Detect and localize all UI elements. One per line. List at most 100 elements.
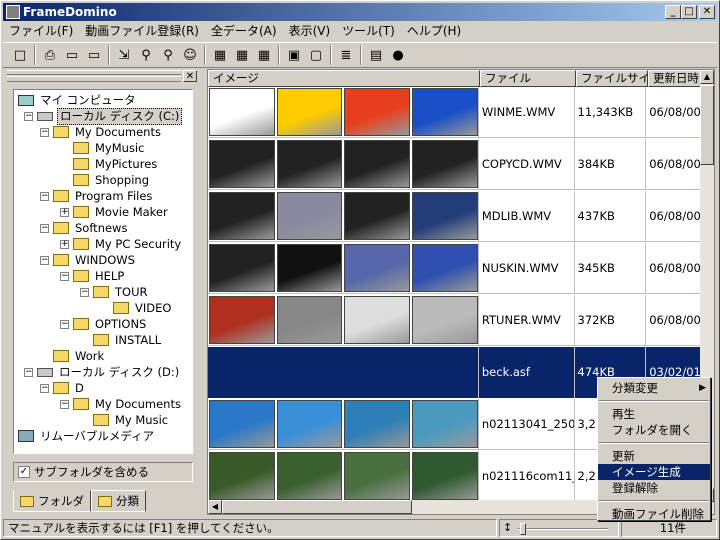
menu-item[interactable]: 全データ(A) (205, 22, 283, 41)
video-thumbnail[interactable] (344, 400, 411, 448)
table-row[interactable]: RTUNER.WMV 372KB 06/08/00 (208, 295, 702, 346)
table-row[interactable]: NUSKIN.WMV 345KB 06/08/00 (208, 243, 702, 294)
collapse-icon[interactable]: − (60, 271, 69, 281)
scroll-left-button[interactable]: ◀ (208, 500, 222, 514)
collapse-icon[interactable]: − (60, 399, 69, 409)
video-thumbnail[interactable] (412, 400, 478, 448)
menu-item[interactable]: 動画ファイル登録(R) (79, 22, 205, 41)
scroll-up-button[interactable]: ▲ (700, 70, 714, 84)
tree-item[interactable]: − D (40, 380, 86, 396)
video-thumbnail[interactable] (209, 296, 275, 344)
thumbnail-cell[interactable] (208, 243, 479, 294)
table-row[interactable]: WINME.WMV 11,343KB 06/08/00 (208, 87, 702, 138)
tree-item[interactable]: − HELP (60, 268, 126, 284)
video-thumbnail[interactable] (276, 140, 343, 188)
tree-item[interactable]: − TOUR (80, 284, 149, 300)
toolbar-button[interactable]: ⇲ (113, 44, 135, 66)
video-thumbnail[interactable] (344, 296, 411, 344)
video-thumbnail[interactable] (209, 400, 275, 448)
menu-item[interactable]: ヘルプ(H) (401, 22, 467, 41)
toolbar-button[interactable]: ▭ (61, 44, 83, 66)
video-thumbnail[interactable] (209, 140, 275, 188)
video-thumbnail[interactable] (276, 244, 343, 292)
thumbnail-cell[interactable] (208, 347, 479, 398)
thumbnail-cell[interactable] (208, 399, 479, 450)
context-menu-item[interactable]: フォルダを開く (598, 422, 710, 438)
column-header[interactable]: ファイルサイズ (576, 70, 648, 87)
collapse-icon[interactable]: − (40, 223, 49, 233)
thumbnail-cell[interactable] (208, 191, 479, 242)
maximize-button[interactable]: □ (681, 5, 697, 19)
expand-icon[interactable]: + (60, 207, 69, 217)
toolbar-button[interactable]: ⚲ (157, 44, 179, 66)
tree-item[interactable]: INSTALL (80, 332, 163, 348)
tree-item[interactable]: − WINDOWS (40, 252, 137, 268)
tree-item[interactable]: − Softnews (40, 220, 129, 236)
tree-item[interactable]: − ローカル ディスク (D:) (24, 364, 181, 380)
context-menu-item[interactable]: 分類変更 ▶ (598, 380, 710, 396)
context-menu-item[interactable]: イメージ生成 (598, 464, 710, 480)
tree-item[interactable]: − ローカル ディスク (C:) (24, 107, 183, 125)
scroll-thumb[interactable] (700, 85, 714, 165)
collapse-icon[interactable]: − (24, 367, 33, 377)
video-thumbnail[interactable] (209, 244, 275, 292)
thumbnail-cell[interactable] (208, 87, 479, 138)
collapse-icon[interactable]: − (40, 127, 49, 137)
table-row[interactable]: MDLIB.WMV 437KB 06/08/00 (208, 191, 702, 242)
context-menu-item[interactable]: 登録解除 (598, 480, 710, 496)
toolbar-button[interactable]: ▢ (305, 44, 327, 66)
tree-item[interactable]: Work (40, 348, 106, 364)
menu-item[interactable]: ファイル(F) (3, 22, 79, 41)
toolbar-button[interactable]: ▦ (209, 44, 231, 66)
column-header[interactable]: ファイル (480, 70, 576, 87)
panel-close-button[interactable]: ✕ (183, 70, 197, 82)
video-thumbnail[interactable] (412, 192, 478, 240)
tree-item[interactable]: − OPTIONS (60, 316, 148, 332)
tree-item[interactable]: VIDEO (100, 300, 173, 316)
panel-grip[interactable] (7, 70, 181, 82)
toolbar-button[interactable]: ☺ (179, 44, 201, 66)
app-icon[interactable] (6, 5, 20, 19)
video-thumbnail[interactable] (276, 296, 343, 344)
video-thumbnail[interactable] (344, 452, 411, 500)
video-thumbnail[interactable] (412, 140, 478, 188)
toolbar-button[interactable]: ⎙ (39, 44, 61, 66)
tab-category[interactable]: 分類 (91, 490, 146, 512)
thumbnail-cell[interactable] (208, 451, 479, 502)
video-thumbnail[interactable] (412, 296, 478, 344)
toolbar-button[interactable]: ▤ (365, 44, 387, 66)
collapse-icon[interactable]: − (24, 111, 33, 121)
slider-track[interactable] (518, 528, 608, 530)
video-thumbnail[interactable] (344, 192, 411, 240)
video-thumbnail[interactable] (344, 88, 411, 136)
video-thumbnail[interactable] (412, 244, 478, 292)
video-thumbnail[interactable] (209, 192, 275, 240)
tree-item[interactable]: − My Documents (60, 396, 183, 412)
toolbar-button[interactable]: ● (387, 44, 409, 66)
menu-item[interactable]: ツール(T) (336, 22, 401, 41)
thumbnail-cell[interactable] (208, 295, 479, 346)
video-thumbnail[interactable] (209, 452, 275, 500)
toolbar-button[interactable]: □ (9, 44, 31, 66)
collapse-icon[interactable]: − (40, 191, 49, 201)
menu-item[interactable]: 表示(V) (283, 22, 337, 41)
context-menu-item[interactable]: 再生 (598, 406, 710, 422)
folder-tree[interactable]: マイ コンピュータ − ローカル ディスク (C:) − My Documents MyM… (13, 89, 193, 454)
subfolder-checkbox-row[interactable]: ✓ サブフォルダを含める (13, 462, 193, 482)
collapse-icon[interactable]: − (80, 287, 89, 297)
tree-item[interactable]: + Movie Maker (60, 204, 170, 220)
slider-knob[interactable] (520, 523, 526, 535)
tree-item[interactable]: マイ コンピュータ (18, 92, 138, 108)
close-button[interactable]: ✕ (699, 5, 715, 19)
video-thumbnail[interactable] (412, 88, 478, 136)
video-thumbnail[interactable] (412, 452, 478, 500)
video-thumbnail[interactable] (276, 192, 343, 240)
minimize-button[interactable]: _ (665, 5, 681, 19)
toolbar-button[interactable]: ▣ (283, 44, 305, 66)
column-header[interactable]: 更新日時 (648, 70, 704, 87)
video-thumbnail[interactable] (276, 400, 343, 448)
tree-item[interactable]: MyPictures (60, 156, 159, 172)
expand-icon[interactable]: + (60, 239, 69, 249)
table-row[interactable]: COPYCD.WMV 384KB 06/08/00 (208, 139, 702, 190)
subfolder-checkbox[interactable]: ✓ (18, 466, 30, 478)
